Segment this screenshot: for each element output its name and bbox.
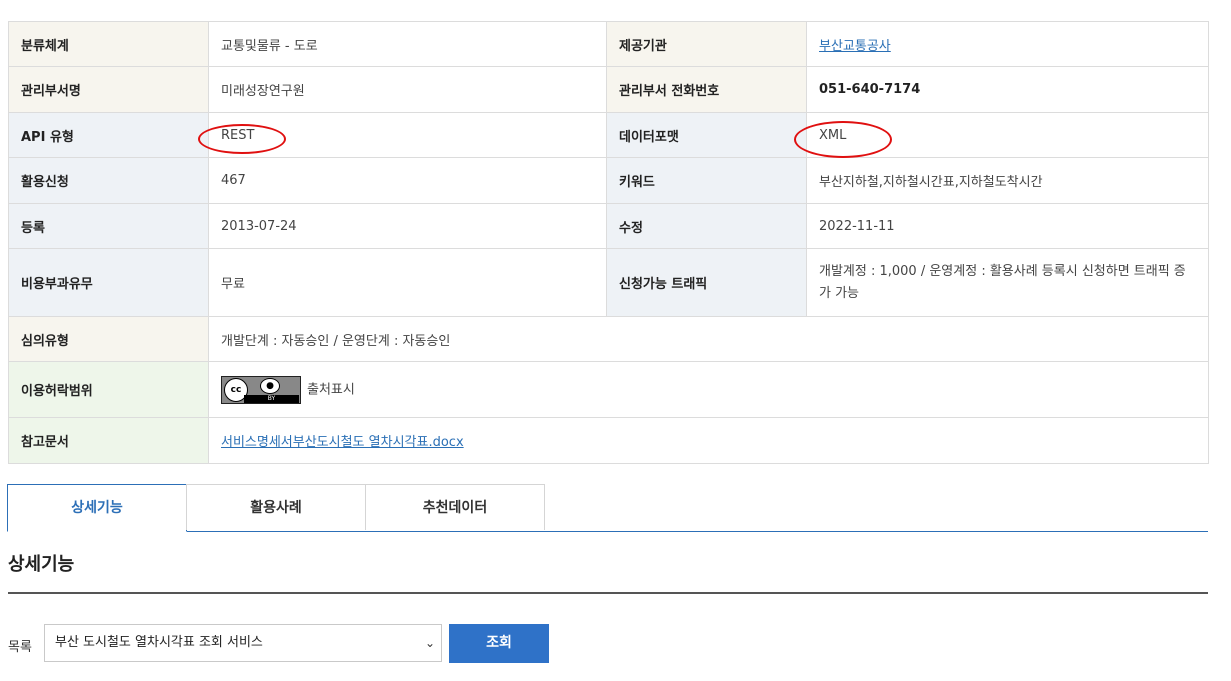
person-icon: ●: [260, 377, 280, 394]
table-row: 관리부서명 미래성장연구원 관리부서 전화번호 051-640-7174: [8, 66, 1209, 113]
label-category: 분류체계: [8, 21, 209, 67]
tab-detail-function[interactable]: 상세기능: [7, 484, 187, 532]
label-provider: 제공기관: [606, 21, 807, 67]
api-info-table: 분류체계 교통및물류 - 도로 제공기관 부산교통공사 관리부서명 미래성장연구…: [8, 21, 1209, 464]
value-keywords: 부산지하철,지하철시간표,지하철도착시간: [806, 157, 1209, 204]
table-row: 등록 2013-07-24 수정 2022-11-11: [8, 203, 1209, 249]
service-select-value: 부산 도시철도 열차시각표 조회 서비스: [55, 635, 263, 650]
value-phone: 051-640-7174: [806, 66, 1209, 113]
chevron-down-icon: ⌄: [424, 636, 435, 650]
label-cost: 비용부과유무: [8, 248, 209, 317]
table-row: 심의유형 개발단계 : 자동승인 / 운영단계 : 자동승인: [8, 316, 1209, 362]
reference-doc-link[interactable]: 서비스명세서부산도시철도 열차시각표.docx: [221, 435, 464, 450]
label-modified: 수정: [606, 203, 807, 249]
value-category: 교통및물류 - 도로: [208, 21, 607, 67]
by-label: BY: [244, 394, 299, 403]
creative-commons-by-icon: cc ● BY: [221, 375, 301, 404]
label-applications: 활용신청: [8, 157, 209, 204]
table-row: 참고문서 서비스명세서부산도시철도 열차시각표.docx: [8, 417, 1209, 464]
section-divider: [8, 592, 1208, 594]
value-cost: 무료: [208, 248, 607, 317]
value-license-cell: cc ● BY 출처표시: [208, 361, 1209, 418]
label-dept: 관리부서명: [8, 66, 209, 113]
table-row: API 유형 REST 데이터포맷 XML: [8, 112, 1209, 158]
list-label: 목록: [8, 640, 32, 655]
service-select[interactable]: 부산 도시철도 열차시각표 조회 서비스 ⌄: [44, 624, 442, 662]
value-data-format: XML: [806, 112, 1209, 158]
label-reference-doc: 참고문서: [8, 417, 209, 464]
label-review-type: 심의유형: [8, 316, 209, 362]
value-review-type: 개발단계 : 자동승인 / 운영단계 : 자동승인: [208, 316, 1209, 362]
label-keywords: 키워드: [606, 157, 807, 204]
table-row: 분류체계 교통및물류 - 도로 제공기관 부산교통공사: [8, 21, 1209, 67]
tab-bar: 상세기능 활용사례 추천데이터: [7, 484, 1208, 532]
value-applications: 467: [208, 157, 607, 204]
provider-link[interactable]: 부산교통공사: [819, 39, 891, 54]
label-api-type: API 유형: [8, 112, 209, 158]
table-row: 이용허락범위 cc ● BY 출처표시: [8, 361, 1209, 418]
table-row: 비용부과유무 무료 신청가능 트래픽 개발계정 : 1,000 / 운영계정 :…: [8, 248, 1209, 317]
value-traffic: 개발계정 : 1,000 / 운영계정 : 활용사례 등록시 신청하면 트래픽 …: [806, 248, 1209, 317]
value-license: 출처표시: [307, 382, 355, 397]
search-button[interactable]: 조회: [449, 624, 549, 663]
label-data-format: 데이터포맷: [606, 112, 807, 158]
section-title: 상세기능: [8, 554, 75, 575]
value-dept: 미래성장연구원: [208, 66, 607, 113]
tab-use-cases[interactable]: 활용사례: [186, 484, 366, 530]
label-traffic: 신청가능 트래픽: [606, 248, 807, 317]
label-license: 이용허락범위: [8, 361, 209, 418]
value-api-type: REST: [208, 112, 607, 158]
tab-recommended-data[interactable]: 추천데이터: [365, 484, 545, 530]
label-phone: 관리부서 전화번호: [606, 66, 807, 113]
label-registered: 등록: [8, 203, 209, 249]
value-modified: 2022-11-11: [806, 203, 1209, 249]
value-registered: 2013-07-24: [208, 203, 607, 249]
table-row: 활용신청 467 키워드 부산지하철,지하철시간표,지하철도착시간: [8, 157, 1209, 204]
